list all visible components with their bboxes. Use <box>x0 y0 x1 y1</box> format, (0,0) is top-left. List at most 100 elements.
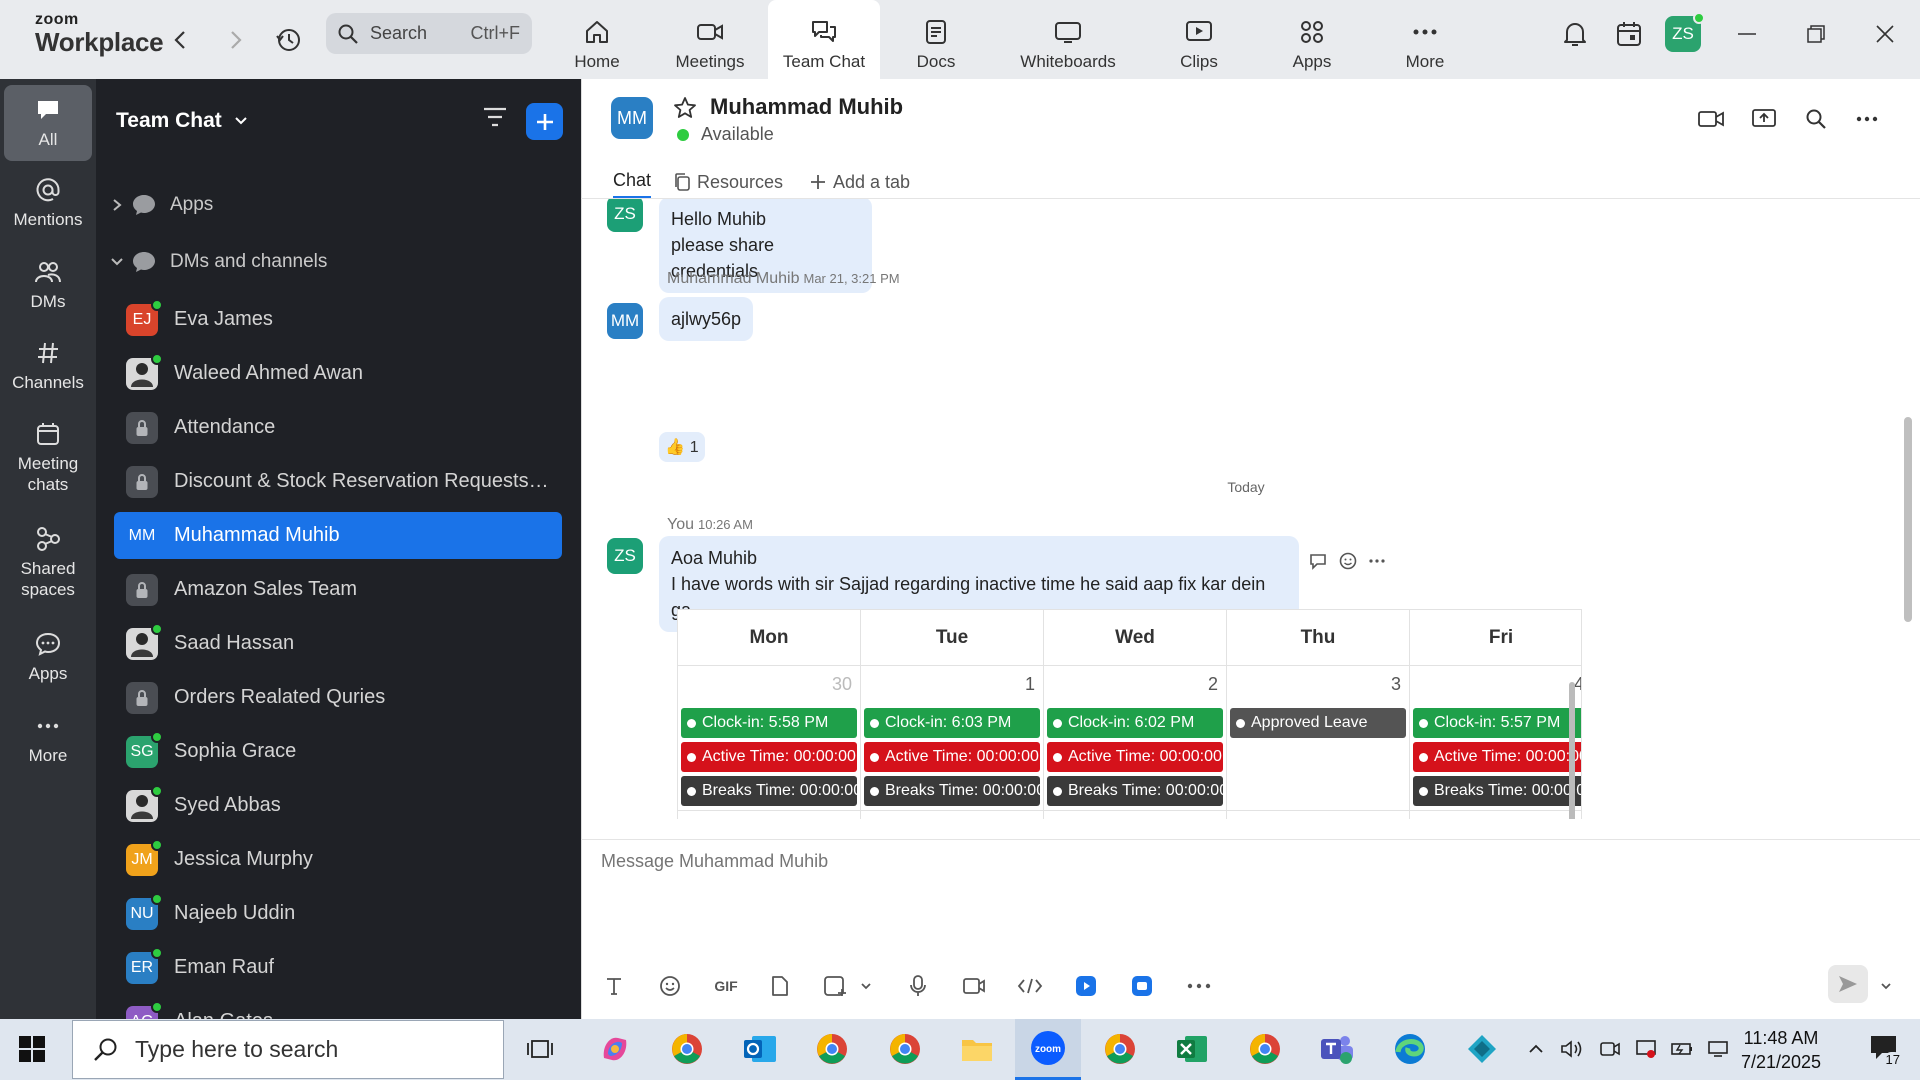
zoom-clips-icon[interactable] <box>1071 971 1101 1001</box>
dm-item[interactable]: Waleed Ahmed Awan <box>114 350 562 397</box>
minimize-icon[interactable] <box>1729 16 1765 52</box>
contact-name[interactable]: Muhammad Muhib <box>710 94 903 120</box>
rail-item-shared-spaces[interactable]: Shared spaces <box>4 524 92 600</box>
taskbar-search[interactable]: Type here to search <box>72 1020 504 1079</box>
tab-resources[interactable]: Resources <box>673 165 783 199</box>
star-icon[interactable] <box>673 96 697 120</box>
notification-center-icon[interactable]: 17 <box>1868 1031 1902 1067</box>
zoom-taskbar-icon[interactable]: zoom <box>1015 1019 1081 1080</box>
close-icon[interactable] <box>1867 16 1903 52</box>
video-message-icon[interactable] <box>959 971 989 1001</box>
teams-icon[interactable] <box>1317 1029 1357 1069</box>
zoom-app-icon[interactable] <box>1127 971 1157 1001</box>
taskbar-clock[interactable]: 11:48 AM 7/21/2025 <box>1726 1026 1836 1074</box>
attendance-calendar-image[interactable]: Mon 30 Clock-in: 5:58 PM Active Time: 00:00… <box>677 609 1582 819</box>
scrollbar[interactable] <box>1904 417 1912 622</box>
section-apps[interactable]: Apps <box>110 190 213 220</box>
chrome-icon[interactable] <box>667 1029 707 1069</box>
dm-item[interactable]: Saad Hassan <box>114 620 562 667</box>
channel-item[interactable]: Attendance <box>114 404 562 451</box>
message-bubble[interactable]: ajlwy56p <box>659 297 754 341</box>
dm-item[interactable]: ER Eman Rauf <box>114 944 562 991</box>
tab-apps[interactable]: Apps <box>1257 0 1367 79</box>
outlook-icon[interactable] <box>740 1029 780 1069</box>
tab-more[interactable]: More <box>1370 0 1480 79</box>
excel-icon[interactable] <box>1172 1029 1212 1069</box>
share-screen-icon[interactable] <box>1749 104 1779 134</box>
tab-clips[interactable]: Clips <box>1144 0 1254 79</box>
microphone-icon[interactable] <box>903 971 933 1001</box>
video-call-icon[interactable] <box>1696 104 1726 134</box>
tab-home[interactable]: Home <box>542 0 652 79</box>
chrome-profile-icon[interactable] <box>812 1029 852 1069</box>
chrome-profile-icon[interactable] <box>1245 1029 1285 1069</box>
section-dms-and-channels[interactable]: DMs and channels <box>110 247 327 277</box>
calendar-scrollbar[interactable] <box>1569 682 1575 819</box>
sender-avatar[interactable]: MM <box>607 303 643 339</box>
tab-meetings[interactable]: Meetings <box>655 0 765 79</box>
restore-icon[interactable] <box>1798 16 1834 52</box>
tab-team-chat[interactable]: Team Chat <box>768 0 880 79</box>
new-chat-button[interactable] <box>526 103 563 140</box>
tab-whiteboards[interactable]: Whiteboards <box>1012 0 1124 79</box>
history-icon[interactable] <box>271 22 307 58</box>
dm-item[interactable]: JM Jessica Murphy <box>114 836 562 883</box>
more-tools-icon[interactable] <box>1184 971 1214 1001</box>
gif-icon[interactable]: GIF <box>711 971 741 1001</box>
reaction-thumbs-up[interactable]: 👍 1 <box>659 432 705 462</box>
file-icon[interactable] <box>765 971 795 1001</box>
windows-start-icon[interactable] <box>18 1035 46 1063</box>
notification-bell-icon[interactable] <box>1557 16 1593 52</box>
edge-icon[interactable] <box>1390 1029 1430 1069</box>
rail-item-apps[interactable]: Apps <box>4 629 92 684</box>
rail-item-mentions[interactable]: Mentions <box>4 175 92 230</box>
send-options-chevron-icon[interactable] <box>1871 971 1901 1001</box>
volume-icon[interactable] <box>1560 1037 1584 1061</box>
network-icon[interactable] <box>1634 1037 1658 1061</box>
tab-docs[interactable]: Docs <box>881 0 991 79</box>
dm-item[interactable]: MM Muhammad Muhib <box>114 512 562 559</box>
filter-icon[interactable] <box>482 106 512 136</box>
copilot-icon[interactable] <box>595 1029 635 1069</box>
rail-item-all[interactable]: All <box>4 85 92 161</box>
forward-arrow-icon[interactable] <box>218 22 254 58</box>
reply-icon[interactable] <box>1307 550 1329 572</box>
sender-avatar[interactable]: ZS <box>607 538 643 574</box>
channel-item[interactable]: Orders Realated Quries <box>114 674 562 721</box>
chevron-down-icon[interactable] <box>851 971 881 1001</box>
message-input[interactable] <box>601 851 1701 872</box>
send-button[interactable] <box>1828 965 1868 1003</box>
user-avatar[interactable]: ZS <box>1665 12 1705 52</box>
search-icon[interactable] <box>1801 104 1831 134</box>
chrome-profile-icon[interactable] <box>1100 1029 1140 1069</box>
rail-item-more[interactable]: More <box>4 711 92 766</box>
app-diamond-icon[interactable] <box>1462 1029 1502 1069</box>
channel-item[interactable]: Discount & Stock Reservation Requests O.… <box>114 458 562 505</box>
calendar-icon[interactable] <box>1611 16 1647 52</box>
sidebar-title[interactable]: Team Chat <box>116 109 248 133</box>
more-options-icon[interactable] <box>1852 104 1882 134</box>
tab-add-a-tab[interactable]: Add a tab <box>809 165 910 199</box>
sender-avatar[interactable]: ZS <box>607 199 643 232</box>
dm-item[interactable]: Syed Abbas <box>114 782 562 829</box>
rail-item-dms[interactable]: DMs <box>4 257 92 312</box>
emoji-icon[interactable] <box>655 971 685 1001</box>
message-more-icon[interactable] <box>1366 550 1388 572</box>
dm-item[interactable]: EJ Eva James <box>114 296 562 343</box>
meet-now-icon[interactable] <box>1598 1037 1622 1061</box>
tab-chat[interactable]: Chat <box>613 165 652 199</box>
search-box[interactable]: Search Ctrl+F <box>326 13 532 54</box>
battery-icon[interactable] <box>1670 1037 1694 1061</box>
text-format-icon[interactable] <box>599 971 629 1001</box>
file-explorer-icon[interactable] <box>957 1029 997 1069</box>
dm-item[interactable]: NU Najeeb Uddin <box>114 890 562 937</box>
chrome-profile-icon[interactable] <box>885 1029 925 1069</box>
rail-item-channels[interactable]: Channels <box>4 338 92 393</box>
task-view-icon[interactable] <box>520 1029 560 1069</box>
add-reaction-icon[interactable] <box>1337 550 1359 572</box>
code-snippet-icon[interactable] <box>1015 971 1045 1001</box>
dm-item[interactable]: SG Sophia Grace <box>114 728 562 775</box>
show-hidden-icons-chevron[interactable] <box>1524 1037 1548 1061</box>
contact-avatar[interactable]: MM <box>611 97 653 139</box>
channel-item[interactable]: Amazon Sales Team <box>114 566 562 613</box>
